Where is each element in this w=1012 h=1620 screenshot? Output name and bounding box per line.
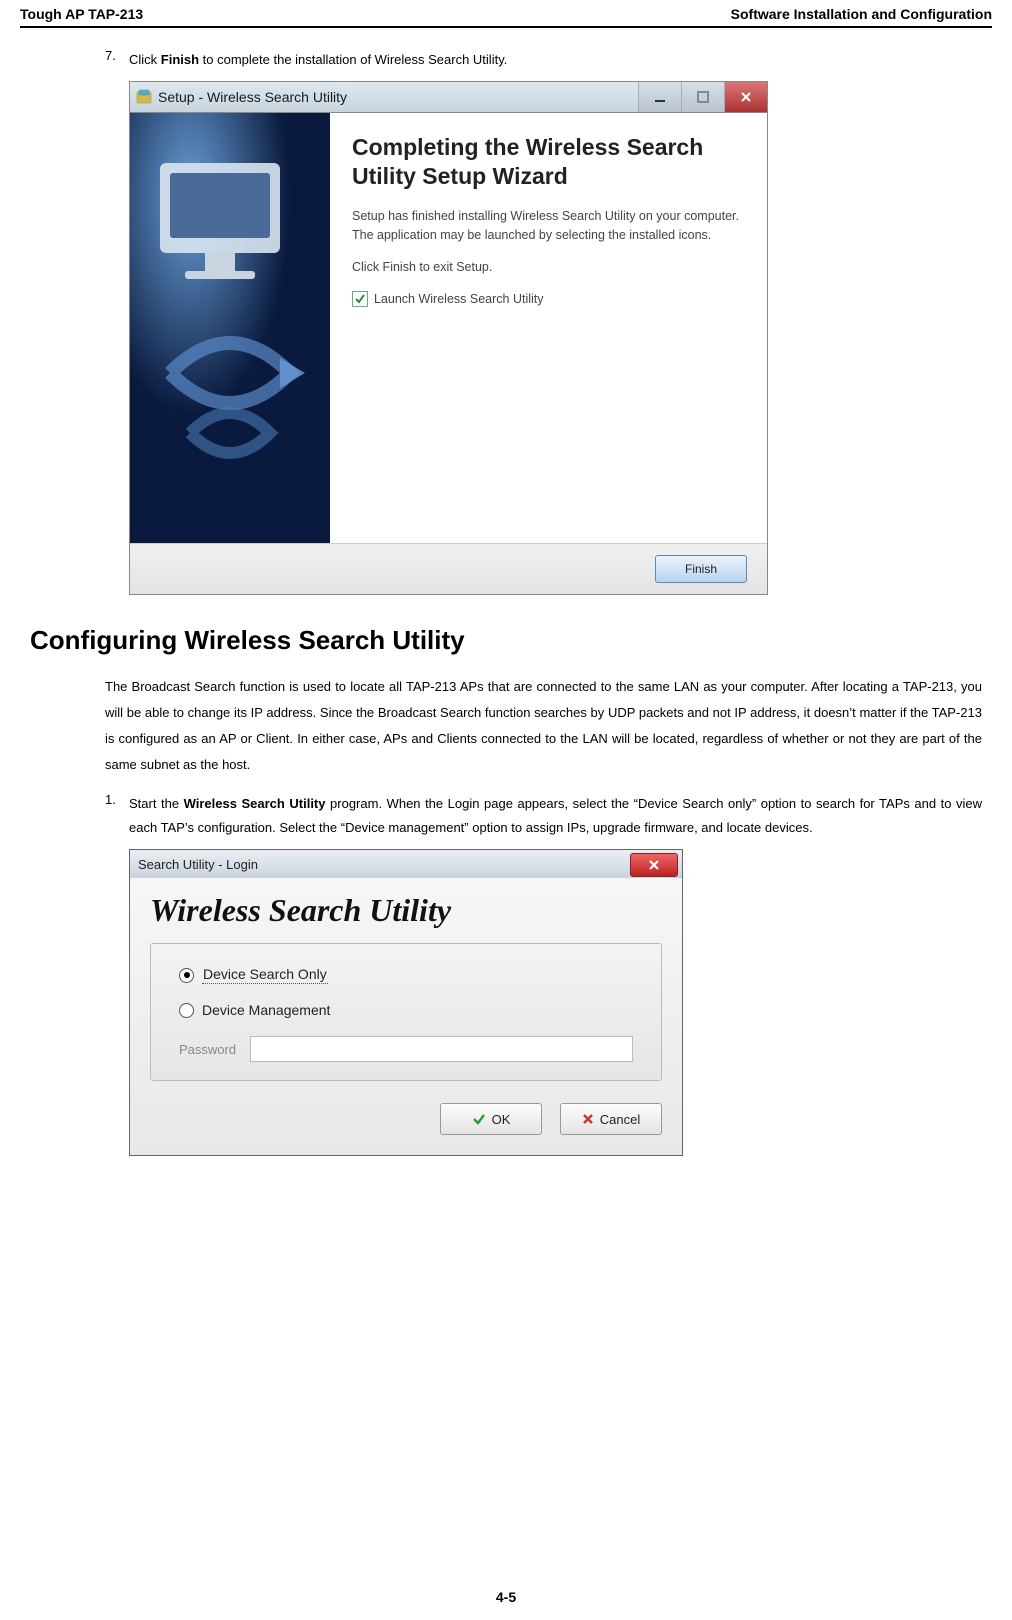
section-heading: Configuring Wireless Search Utility (30, 625, 992, 656)
step-text: Click Finish to complete the installatio… (129, 48, 982, 71)
login-heading: Wireless Search Utility (150, 892, 662, 929)
setup-body: Completing the Wireless Search Utility S… (130, 112, 767, 543)
setup-description: Setup has finished installing Wireless S… (352, 207, 745, 245)
setup-sidebar-art (130, 113, 330, 543)
setup-title: Setup - Wireless Search Utility (158, 89, 638, 105)
setup-wizard-screenshot: Setup - Wireless Search Utility (129, 81, 992, 595)
login-window: Search Utility - Login Wireless Search U… (129, 849, 683, 1156)
finish-button[interactable]: Finish (655, 555, 747, 583)
login-screenshot: Search Utility - Login Wireless Search U… (129, 849, 992, 1156)
radio-device-search[interactable]: Device Search Only (179, 966, 633, 984)
radio-icon (179, 968, 194, 983)
radio-label: Device Search Only (202, 966, 328, 984)
login-close-button[interactable] (630, 853, 678, 877)
login-body: Wireless Search Utility Device Search On… (130, 878, 682, 1155)
setup-main-panel: Completing the Wireless Search Utility S… (330, 113, 767, 543)
window-controls (638, 82, 767, 112)
radio-icon (179, 1003, 194, 1018)
minimize-button[interactable] (638, 82, 681, 112)
password-row: Password (179, 1036, 633, 1062)
step-number: 7. (105, 48, 129, 71)
header-left: Tough AP TAP-213 (20, 6, 143, 22)
password-label: Password (179, 1042, 236, 1057)
maximize-button[interactable] (681, 82, 724, 112)
launch-checkbox-row: Launch Wireless Search Utility (352, 291, 745, 307)
launch-checkbox[interactable] (352, 291, 368, 307)
intro-paragraph: The Broadcast Search function is used to… (105, 674, 992, 778)
cancel-button[interactable]: Cancel (560, 1103, 662, 1135)
radio-device-management[interactable]: Device Management (179, 1002, 633, 1018)
page-header: Tough AP TAP-213 Software Installation a… (20, 0, 992, 28)
radio-label: Device Management (202, 1002, 330, 1018)
step-7: 7. Click Finish to complete the installa… (105, 48, 992, 71)
check-icon (472, 1112, 486, 1126)
login-frame: Device Search Only Device Management Pas… (150, 943, 662, 1081)
close-button[interactable] (724, 82, 767, 112)
setup-titlebar: Setup - Wireless Search Utility (130, 82, 767, 112)
installer-icon (136, 89, 152, 105)
step-1: 1. Start the Wireless Search Utility pro… (105, 792, 992, 839)
login-title: Search Utility - Login (138, 857, 258, 872)
ok-button[interactable]: OK (440, 1103, 542, 1135)
header-right: Software Installation and Configuration (731, 6, 992, 22)
setup-footer: Finish (130, 543, 767, 594)
setup-window: Setup - Wireless Search Utility (129, 81, 768, 595)
step-number: 1. (105, 792, 129, 839)
login-footer: OK Cancel (150, 1103, 662, 1135)
password-input[interactable] (250, 1036, 633, 1062)
setup-heading: Completing the Wireless Search Utility S… (352, 133, 745, 191)
step-text: Start the Wireless Search Utility progra… (129, 792, 982, 839)
page-number: 4-5 (0, 1589, 1012, 1605)
x-icon (582, 1113, 594, 1125)
login-titlebar: Search Utility - Login (130, 850, 682, 878)
setup-click-finish: Click Finish to exit Setup. (352, 258, 745, 277)
launch-checkbox-label: Launch Wireless Search Utility (374, 292, 544, 306)
